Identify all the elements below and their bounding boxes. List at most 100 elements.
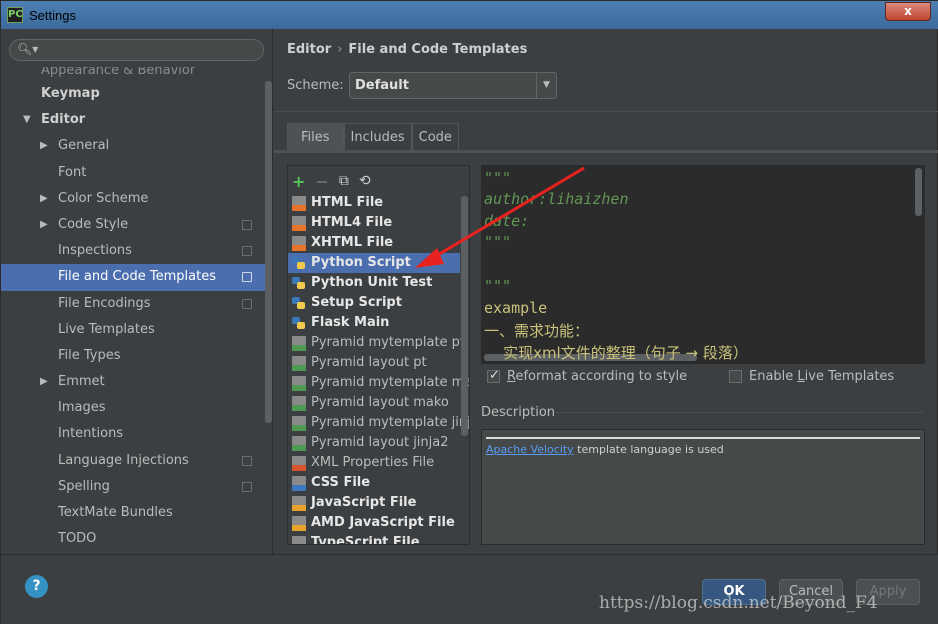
expand-down-icon[interactable]: ▼ <box>23 107 31 133</box>
tree-item-emmet[interactable]: ▶ Emmet <box>1 369 266 395</box>
live-templates-checkbox[interactable]: Enable Live Templates <box>729 369 894 384</box>
template-item[interactable]: JavaScript File <box>288 493 460 513</box>
file-type-icon <box>292 475 306 491</box>
remove-icon[interactable]: − <box>315 172 328 191</box>
window-title: Settings <box>29 7 76 23</box>
tree-item-live-templates[interactable]: Live Templates <box>1 317 266 343</box>
tree-item-spelling[interactable]: Spelling <box>1 474 266 500</box>
reformat-checkbox[interactable]: Reformat according to style <box>487 368 687 384</box>
template-tabs: Files Includes Code <box>287 123 459 150</box>
tab-files[interactable]: Files <box>287 123 344 150</box>
tree-item-keymap[interactable]: Keymap <box>1 81 266 107</box>
template-item[interactable]: HTML4 File <box>288 213 460 233</box>
template-item[interactable]: XML Properties File <box>288 453 460 473</box>
search-field[interactable]: 🔍︎▾ <box>9 39 264 61</box>
python-file-icon <box>292 256 306 271</box>
code-line: """ <box>484 233 512 251</box>
description-divider <box>554 412 924 413</box>
reset-icon[interactable]: ⟲ <box>359 173 371 189</box>
template-label: XHTML File <box>311 235 394 250</box>
template-label: CSS File <box>311 475 371 490</box>
template-item[interactable]: XHTML File <box>288 233 460 253</box>
scheme-dropdown[interactable]: Default ▼ <box>349 72 557 99</box>
template-label: Pyramid layout pt <box>311 355 427 370</box>
close-button[interactable]: x <box>885 2 931 21</box>
expand-right-icon[interactable]: ▶ <box>40 133 48 159</box>
search-icon: 🔍︎▾ <box>17 42 39 56</box>
tree-item-file-encodings[interactable]: File Encodings <box>1 291 266 317</box>
tree-item-textmate-bundles[interactable]: TextMate Bundles <box>1 500 266 526</box>
add-icon[interactable]: + <box>292 172 305 191</box>
template-item[interactable]: CSS File <box>288 473 460 493</box>
code-line: 一、需求功能： <box>484 322 590 340</box>
expand-right-icon[interactable]: ▶ <box>40 186 48 212</box>
tree-item-intentions[interactable]: Intentions <box>1 421 266 447</box>
tab-includes[interactable]: Includes <box>343 123 412 150</box>
template-item[interactable]: Pyramid layout jinja2 <box>288 433 460 453</box>
tree-item-editor[interactable]: ▼ Editor <box>1 107 266 133</box>
live-templates-checkbox-box[interactable] <box>729 370 742 383</box>
velocity-link[interactable]: Apache Velocity <box>486 443 574 456</box>
dropdown-arrow-icon: ▼ <box>536 73 556 98</box>
settings-dialog: PC Settings x 🔍︎▾ Appearance & Behavior K… <box>0 0 938 624</box>
file-type-icon <box>292 215 306 231</box>
copy-icon[interactable]: ⧉ <box>339 173 349 189</box>
template-label: AMD JavaScript File <box>311 515 455 530</box>
tree-item-appearance-behavior[interactable]: Appearance & Behavior <box>1 67 266 81</box>
template-item[interactable]: Pyramid mytemplate mako <box>288 373 469 393</box>
tree-item-general[interactable]: ▶ General <box>1 133 266 159</box>
code-line: """ <box>484 169 512 187</box>
template-item[interactable]: TypeScript File <box>288 533 460 544</box>
python-file-icon <box>292 316 306 331</box>
breadcrumb-separator: › <box>337 42 343 57</box>
pycharm-icon: PC <box>7 7 23 23</box>
template-label: HTML4 File <box>311 215 393 230</box>
live-templates-label: Enable Live Templates <box>749 369 895 384</box>
expand-right-icon[interactable]: ▶ <box>40 369 48 395</box>
file-type-icon <box>292 535 306 544</box>
tree-item-code-style[interactable]: ▶ Code Style <box>1 212 266 238</box>
template-item[interactable]: AMD JavaScript File <box>288 513 460 533</box>
settings-content: Editor › File and Code Templates Scheme: D… <box>274 29 938 554</box>
template-label: Flask Main <box>311 315 390 330</box>
sidebar-scrollbar[interactable] <box>265 81 272 423</box>
template-item[interactable]: Flask Main <box>288 313 460 333</box>
project-scope-icon <box>242 298 252 309</box>
template-label: Pyramid mytemplate mako <box>311 375 470 390</box>
tree-item-font[interactable]: Font <box>1 160 266 186</box>
template-item[interactable]: Setup Script <box>288 293 460 313</box>
template-item[interactable]: HTML File <box>288 193 460 213</box>
list-toolbar: + − ⧉ ⟲ <box>292 170 381 192</box>
tree-item-images[interactable]: Images <box>1 395 266 421</box>
tab-underline <box>274 150 938 153</box>
template-item[interactable]: Pyramid mytemplate jinja2 <box>288 413 469 433</box>
tree-item-label: Language Injections <box>58 452 189 468</box>
templates-scrollbar[interactable] <box>461 196 468 436</box>
template-item[interactable]: Python Unit Test <box>288 273 460 293</box>
tree-item-file-and-code-templates[interactable]: File and Code Templates <box>1 264 266 291</box>
template-item[interactable]: Pyramid layout mako <box>288 393 460 413</box>
template-label: Python Unit Test <box>311 275 433 290</box>
help-button[interactable]: ? <box>25 575 48 598</box>
template-label: Pyramid layout jinja2 <box>311 435 449 450</box>
file-type-icon <box>292 395 306 411</box>
tree-item-label: File Encodings <box>58 295 151 311</box>
tree-item-file-types[interactable]: File Types <box>1 343 266 369</box>
editor-scrollbar[interactable] <box>915 168 922 216</box>
template-item[interactable]: Pyramid mytemplate pt <box>288 333 465 353</box>
expand-right-icon[interactable]: ▶ <box>40 212 48 238</box>
tab-code[interactable]: Code <box>411 123 459 150</box>
tree-item-color-scheme[interactable]: ▶ Color Scheme <box>1 186 266 212</box>
template-item[interactable]: Pyramid layout pt <box>288 353 460 373</box>
template-editor[interactable]: """ author:lihaizhen date: """ """ example 一、需… <box>481 165 925 364</box>
templates-list: HTML File HTML4 File XHTML File Python Scri… <box>288 193 469 544</box>
template-item[interactable]: Python Script <box>288 253 460 273</box>
reformat-checkbox-box[interactable] <box>487 368 500 383</box>
project-scope-icon <box>242 246 252 257</box>
tree-item-language-injections[interactable]: Language Injections <box>1 448 266 474</box>
file-type-icon <box>292 515 306 531</box>
tree-item-todo[interactable]: TODO <box>1 526 266 552</box>
project-scope-icon <box>242 219 252 230</box>
tree-item-label: TODO <box>58 531 97 547</box>
tree-item-inspections[interactable]: Inspections <box>1 238 266 264</box>
